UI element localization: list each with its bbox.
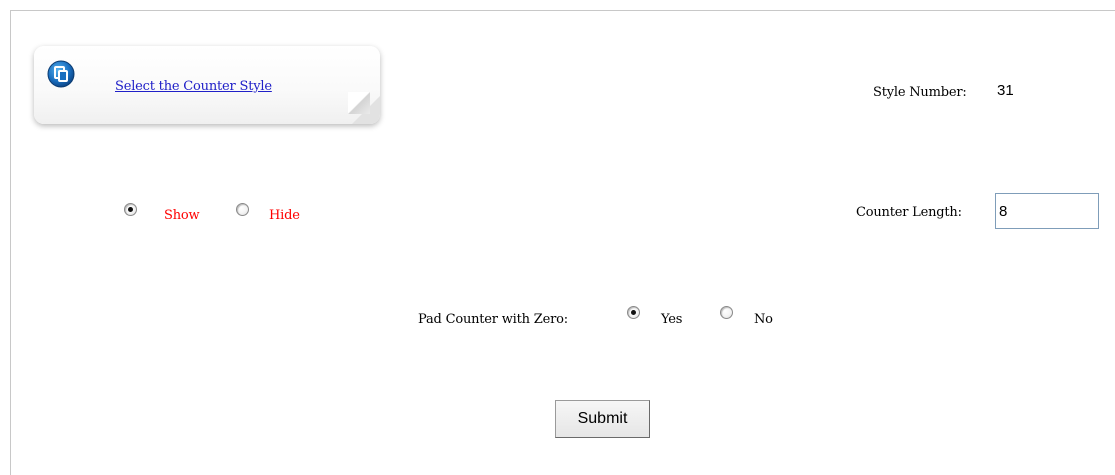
radio-selected-dot <box>631 310 636 315</box>
show-label: Show <box>164 208 200 223</box>
counter-length-label: Counter Length: <box>856 205 962 220</box>
copy-document-icon[interactable] <box>47 60 75 88</box>
page-curl-fold <box>348 92 370 114</box>
radio-selected-dot <box>128 207 133 212</box>
style-number-value: 31 <box>997 82 1014 99</box>
select-counter-style-link[interactable]: Select the Counter Style <box>115 79 272 94</box>
pad-zero-label: Pad Counter with Zero: <box>418 312 568 327</box>
counter-length-input[interactable] <box>995 193 1099 229</box>
pad-zero-yes-radio[interactable] <box>627 306 640 319</box>
hide-radio[interactable] <box>236 203 249 216</box>
submit-button[interactable]: Submit <box>555 400 650 438</box>
pad-zero-no-radio[interactable] <box>720 306 733 319</box>
pad-zero-no-label: No <box>754 312 773 327</box>
show-radio[interactable] <box>124 203 137 216</box>
hide-label: Hide <box>269 208 300 223</box>
style-number-label: Style Number: <box>873 85 967 100</box>
pad-zero-yes-label: Yes <box>661 312 683 327</box>
